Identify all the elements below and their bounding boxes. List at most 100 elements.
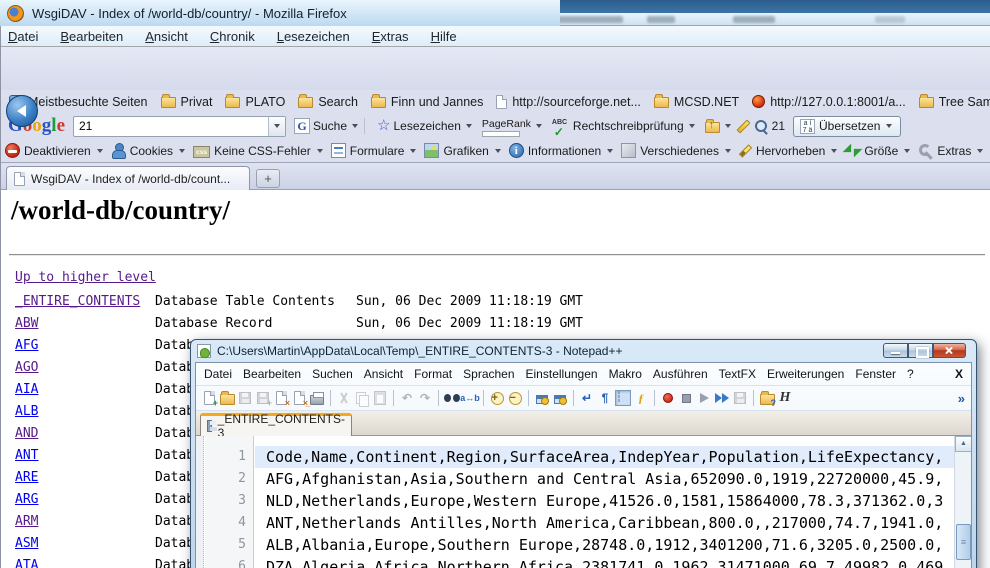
scrollbar-thumb[interactable]: ≡: [956, 524, 971, 560]
webdev-verschiedenes[interactable]: Verschiedenes: [621, 143, 733, 158]
np-menu-ansicht[interactable]: Ansicht: [364, 367, 403, 381]
word-wrap-icon[interactable]: ↵: [578, 390, 596, 407]
menu-lesezeichen[interactable]: Lesezeichen: [277, 29, 350, 44]
copy-icon[interactable]: [353, 390, 371, 407]
np-menu-suchen[interactable]: Suchen: [312, 367, 353, 381]
record-link-and[interactable]: AND: [15, 426, 38, 441]
google-search-button[interactable]: GSuche: [294, 118, 360, 134]
record-link-alb[interactable]: ALB: [15, 404, 38, 419]
close-button[interactable]: [933, 343, 966, 358]
up-to-higher-level-link[interactable]: Up to higher level: [15, 270, 156, 285]
spellcheck-button[interactable]: ABC✓Rechtschreibprüfung: [552, 119, 697, 134]
webdev-css[interactable]: cssKeine CSS-Fehler: [193, 144, 325, 158]
new-tab-button[interactable]: +: [256, 169, 280, 188]
bookmark-mcsd-net[interactable]: MCSD.NET: [651, 94, 742, 110]
np-menu-ausfuehren[interactable]: Ausführen: [653, 367, 708, 381]
paste-icon[interactable]: [371, 390, 389, 407]
bookmark-plato[interactable]: PLATO: [222, 94, 288, 110]
play-macro-icon[interactable]: [695, 390, 713, 407]
save-icon[interactable]: [236, 390, 254, 407]
google-search-box[interactable]: [73, 116, 286, 137]
webdev-formulare[interactable]: Formulare: [331, 143, 419, 158]
function-hint-icon[interactable]: ƒ: [632, 390, 650, 407]
np-menu-textfx[interactable]: TextFX: [719, 367, 756, 381]
tab-wsgidav[interactable]: WsgiDAV - Index of /world-db/count...: [6, 166, 250, 190]
np-menu-erweiterungen[interactable]: Erweiterungen: [767, 367, 844, 381]
find-icon[interactable]: [443, 390, 461, 407]
sync-horizontal-icon[interactable]: [551, 390, 569, 407]
np-menu-help[interactable]: ?: [907, 367, 914, 381]
record-link-asm[interactable]: ASM: [15, 536, 38, 551]
menu-datei[interactable]: Datei: [8, 29, 38, 44]
indent-guide-icon[interactable]: ┆: [614, 390, 632, 407]
new-file-icon[interactable]: +: [200, 390, 218, 407]
np-menu-makro[interactable]: Makro: [609, 367, 642, 381]
google-search-input[interactable]: [74, 119, 268, 133]
record-link-abw[interactable]: ABW: [15, 316, 38, 331]
record-link-arg[interactable]: ARG: [15, 492, 38, 507]
stop-macro-icon[interactable]: [677, 390, 695, 407]
find-count-indicator[interactable]: 21: [754, 119, 785, 134]
close-file-icon[interactable]: ×: [272, 390, 290, 407]
google-bookmarks-button[interactable]: ☆Lesezeichen: [377, 119, 474, 133]
record-link-arm[interactable]: ARM: [15, 514, 38, 529]
np-menu-bearbeiten[interactable]: Bearbeiten: [243, 367, 301, 381]
webdev-groesse[interactable]: Größe: [845, 143, 912, 158]
np-menu-close-document[interactable]: X: [955, 367, 963, 381]
search-history-dropdown[interactable]: [268, 117, 285, 136]
record-link-ant[interactable]: ANT: [15, 448, 38, 463]
editor-area[interactable]: 1Code,Name,Continent,Region,SurfaceArea,…: [196, 436, 971, 568]
editor-scrollbar[interactable]: ▲ ≡: [954, 436, 971, 568]
webdev-informationen[interactable]: iInformationen: [509, 143, 615, 158]
menu-ansicht[interactable]: Ansicht: [145, 29, 188, 44]
bookmark-127-0-0-1-8001[interactable]: http://127.0.0.1:8001/a...: [749, 94, 909, 110]
show-symbols-icon[interactable]: ¶: [596, 390, 614, 407]
print-icon[interactable]: [308, 390, 326, 407]
pagerank-widget[interactable]: PageRank: [482, 116, 544, 137]
webdev-deaktivieren[interactable]: Deaktivieren: [5, 143, 105, 158]
save-all-icon[interactable]: +: [254, 390, 272, 407]
close-all-icon[interactable]: ×̲: [290, 390, 308, 407]
undo-icon[interactable]: ↶: [398, 390, 416, 407]
record-link-ago[interactable]: AGO: [15, 360, 38, 375]
replace-icon[interactable]: a↔b: [461, 390, 479, 407]
bookmark-sourceforge[interactable]: http://sourceforge.net...: [493, 94, 644, 110]
np-menu-datei[interactable]: Datei: [204, 367, 232, 381]
scroll-up-icon[interactable]: ▲: [955, 436, 971, 452]
open-file-icon[interactable]: [218, 390, 236, 407]
highlighter-button[interactable]: [741, 119, 746, 134]
entire-contents-link[interactable]: _ENTIRE_CONTENTS: [15, 294, 140, 309]
bookmark-search[interactable]: Search: [295, 94, 361, 110]
np-menu-einstellungen[interactable]: Einstellungen: [526, 367, 598, 381]
menu-extras[interactable]: Extras: [372, 29, 409, 44]
record-link-ata[interactable]: ATA: [15, 558, 38, 568]
save-macro-icon[interactable]: [731, 390, 749, 407]
record-link-are[interactable]: ARE: [15, 470, 38, 485]
send-to-button[interactable]: ↑: [705, 120, 733, 133]
toolbar-overflow-icon[interactable]: »: [958, 391, 967, 406]
zoom-out-icon[interactable]: −: [506, 390, 524, 407]
record-link-afg[interactable]: AFG: [15, 338, 38, 353]
webdev-hervorheben[interactable]: Hervorheben: [739, 144, 839, 158]
back-button[interactable]: [6, 95, 38, 127]
record-macro-icon[interactable]: [659, 390, 677, 407]
minimize-button[interactable]: [883, 343, 908, 358]
record-link-aia[interactable]: AIA: [15, 382, 38, 397]
zoom-in-icon[interactable]: +: [488, 390, 506, 407]
np-menu-fenster[interactable]: Fenster: [855, 367, 896, 381]
maximize-button[interactable]: [908, 343, 933, 358]
webdev-grafiken[interactable]: Grafiken: [424, 143, 502, 158]
bookmark-finn-und-jannes[interactable]: Finn und Jannes: [368, 94, 486, 110]
webdev-cookies[interactable]: Cookies: [111, 143, 187, 158]
cut-icon[interactable]: [335, 390, 353, 407]
bookmark-tree-samples[interactable]: Tree Samples: [916, 94, 990, 110]
menu-chronik[interactable]: Chronik: [210, 29, 255, 44]
doc-switcher-icon[interactable]: ?: [758, 390, 776, 407]
redo-icon[interactable]: ↷: [416, 390, 434, 407]
webdev-extras[interactable]: Extras: [918, 143, 985, 158]
tab-entire-contents-3[interactable]: _ENTIRE_CONTENTS-3: [200, 413, 352, 436]
np-menu-format[interactable]: Format: [414, 367, 452, 381]
np-menu-sprachen[interactable]: Sprachen: [463, 367, 514, 381]
html-tools-icon[interactable]: H: [776, 390, 794, 407]
menu-hilfe[interactable]: Hilfe: [431, 29, 457, 44]
